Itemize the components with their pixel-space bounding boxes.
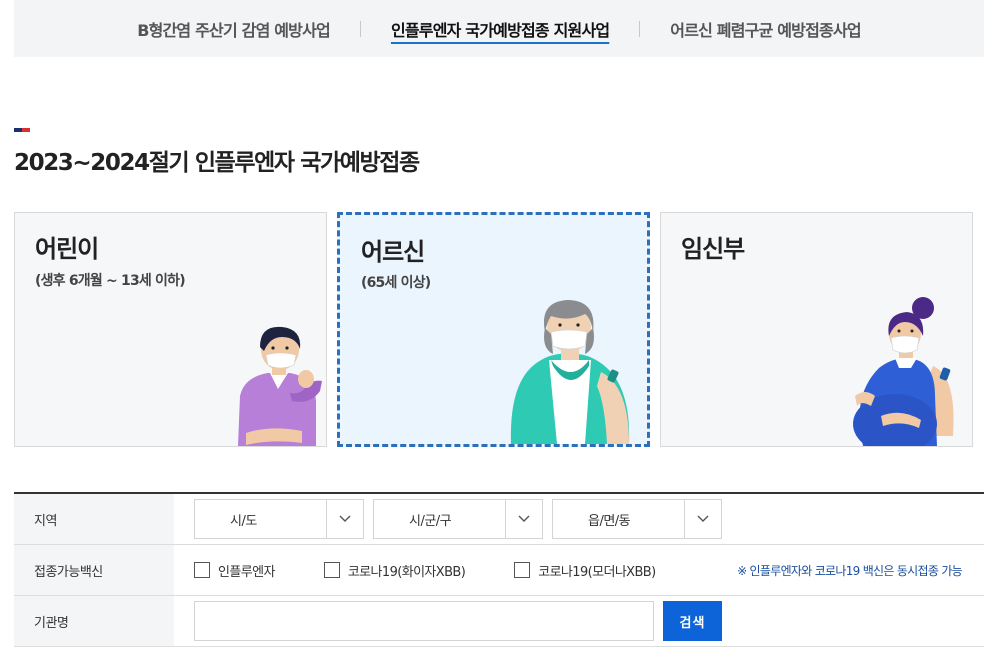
pregnant-illustration-icon xyxy=(853,297,954,446)
sido-select[interactable]: 시/도 xyxy=(194,499,364,539)
row-label: 지역 xyxy=(14,494,174,544)
row-label: 접종가능백신 xyxy=(14,545,174,595)
card-title: 어린이 xyxy=(35,235,99,263)
row-org-name: 기관명 검색 xyxy=(14,596,984,647)
program-tabs: B형간염 주산기 감염 예방사업 인플루엔자 국가예방접종 지원사업 어르신 폐… xyxy=(14,0,984,57)
row-label: 기관명 xyxy=(14,596,174,646)
chevron-down-icon xyxy=(684,500,721,538)
checkbox-covid-moderna[interactable]: 코로나19(모더나XBB) xyxy=(514,561,656,580)
row-vaccine: 접종가능백신 인플루엔자 코로나19(화이자XBB) 코로나19(모더나XBB)… xyxy=(14,545,984,596)
checkbox-covid-pfizer[interactable]: 코로나19(화이자XBB) xyxy=(323,561,466,580)
page-title: 2023~2024절기 인플루엔자 국가예방접종 xyxy=(14,150,420,176)
tab-hepatitis-b[interactable]: B형간염 주산기 감염 예방사업 xyxy=(107,17,360,41)
row-region: 지역 시/도 시/군/구 읍/면/동 xyxy=(14,494,984,545)
card-title: 어르신 xyxy=(361,238,425,266)
chevron-down-icon xyxy=(326,500,363,538)
org-name-input[interactable] xyxy=(194,601,654,641)
card-title: 임신부 xyxy=(681,235,745,263)
chevron-down-icon xyxy=(505,500,542,538)
checkbox-box[interactable] xyxy=(323,562,340,578)
checkbox-box[interactable] xyxy=(514,562,531,578)
checkbox-box[interactable] xyxy=(194,562,210,578)
eupmyeondong-select[interactable]: 읍/면/동 xyxy=(552,499,722,539)
sigungu-select[interactable]: 시/군/구 xyxy=(373,499,543,539)
coadministration-notice: ※ 인플루엔자와 코로나19 백신은 동시접종 가능 xyxy=(737,563,963,578)
checkbox-influenza[interactable]: 인플루엔자 xyxy=(194,561,275,580)
card-pregnant[interactable]: 임신부 xyxy=(660,212,973,447)
card-subtitle: (생후 6개월 ~ 13세 이하) xyxy=(35,273,186,289)
title-accent-bar xyxy=(14,128,30,132)
search-form: 지역 시/도 시/군/구 읍/면/동 접종가능백신 인플루엔자 코로나19(화이… xyxy=(14,492,984,647)
senior-illustration-icon xyxy=(510,300,630,444)
child-illustration-icon xyxy=(238,326,322,446)
search-button[interactable]: 검색 xyxy=(663,601,722,641)
card-children[interactable]: 어린이 (생후 6개월 ~ 13세 이하) xyxy=(14,212,327,447)
tab-influenza[interactable]: 인플루엔자 국가예방접종 지원사업 xyxy=(361,17,639,41)
card-seniors[interactable]: 어르신 (65세 이상) xyxy=(337,212,650,447)
card-subtitle: (65세 이상) xyxy=(361,275,431,291)
tab-pneumococcal[interactable]: 어르신 폐렴구균 예방접종사업 xyxy=(640,17,891,41)
